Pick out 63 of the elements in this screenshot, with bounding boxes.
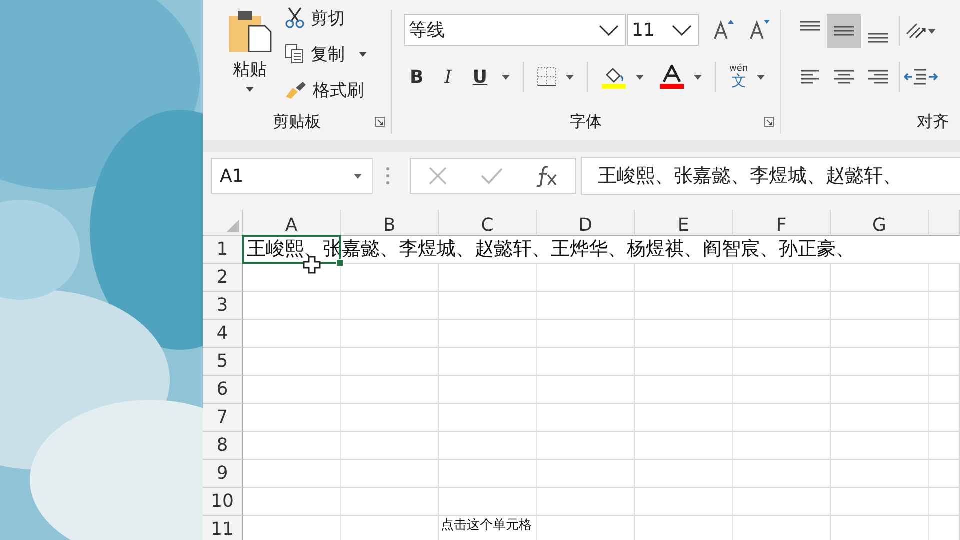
align-lines-icon	[801, 70, 819, 84]
underline-button[interactable]: U	[466, 66, 494, 88]
row-header[interactable]: 7	[203, 404, 243, 432]
align-lines-icon	[868, 70, 888, 84]
chevron-down-icon	[672, 24, 692, 36]
clipboard-icon	[227, 10, 273, 52]
insert-function-icon[interactable]	[536, 165, 558, 187]
triangle-icon	[227, 220, 239, 232]
cancel-icon[interactable]	[428, 166, 448, 186]
bold-button[interactable]: B	[404, 66, 430, 88]
column-header[interactable]: A	[243, 210, 341, 236]
row-header[interactable]: 10	[203, 488, 243, 516]
borders-icon[interactable]	[537, 67, 558, 87]
caret-icon	[928, 28, 936, 34]
group-label: 剪贴板	[273, 112, 321, 132]
dialog-launcher-icon[interactable]	[375, 117, 385, 127]
row-header[interactable]: 9	[203, 460, 243, 488]
format-painter-button[interactable]: 格式刷	[285, 78, 367, 102]
font-name-dropdown[interactable]: 等线	[404, 14, 626, 46]
caret-icon	[566, 74, 574, 80]
dialog-launcher-icon[interactable]	[764, 117, 774, 127]
caret-icon	[246, 87, 254, 92]
caret-icon	[359, 52, 367, 56]
row-header[interactable]: 3	[203, 292, 243, 320]
table-cell[interactable]: 点击这个单元格	[439, 516, 537, 540]
row-header[interactable]: 4	[203, 320, 243, 348]
font-color-icon[interactable]	[659, 65, 686, 89]
row-header[interactable]: 6	[203, 376, 243, 404]
copy-button[interactable]: 复制	[285, 42, 367, 66]
caret-icon	[502, 74, 510, 80]
paintbrush-icon	[285, 81, 307, 99]
group-label: 对齐	[917, 112, 949, 132]
caption: 点击这个单元格	[441, 518, 532, 534]
decrease-font-size-icon[interactable]	[749, 19, 771, 41]
chevron-down-icon	[599, 24, 619, 36]
italic-button[interactable]: I	[438, 66, 458, 88]
middle-align-button[interactable]	[827, 14, 861, 48]
scissors-icon	[285, 7, 305, 29]
caret-icon	[757, 74, 766, 80]
group-label: 字体	[570, 112, 602, 132]
drag-handle-icon[interactable]	[386, 167, 390, 185]
font-size-dropdown[interactable]: 11	[627, 14, 699, 46]
paste-button[interactable]: 粘贴	[227, 10, 273, 110]
decrease-indent-icon[interactable]	[904, 67, 928, 87]
row-header[interactable]: 1	[203, 236, 243, 264]
align-lines-icon	[800, 21, 820, 31]
caret-icon	[636, 74, 644, 80]
row-header[interactable]: 5	[203, 348, 243, 376]
align-lines-icon	[834, 70, 854, 84]
row-header[interactable]: 8	[203, 432, 243, 460]
caret-icon	[694, 74, 702, 80]
align-lines-icon	[834, 26, 854, 36]
formula-field[interactable]: 王峻熙、张嘉懿、李煜城、赵懿轩、	[581, 157, 960, 195]
phonetic-guide-icon[interactable]: wén 文	[729, 65, 748, 89]
copy-icon	[285, 44, 305, 64]
increase-font-size-icon[interactable]	[713, 19, 735, 41]
cut-button[interactable]: 剪切	[285, 6, 367, 30]
name-box[interactable]: A1	[211, 158, 373, 194]
checkmark-icon[interactable]	[480, 167, 503, 185]
caret-icon	[354, 174, 362, 178]
align-lines-icon	[868, 33, 888, 43]
row-header[interactable]: 2	[203, 264, 243, 292]
row-header[interactable]: 11	[203, 516, 243, 540]
